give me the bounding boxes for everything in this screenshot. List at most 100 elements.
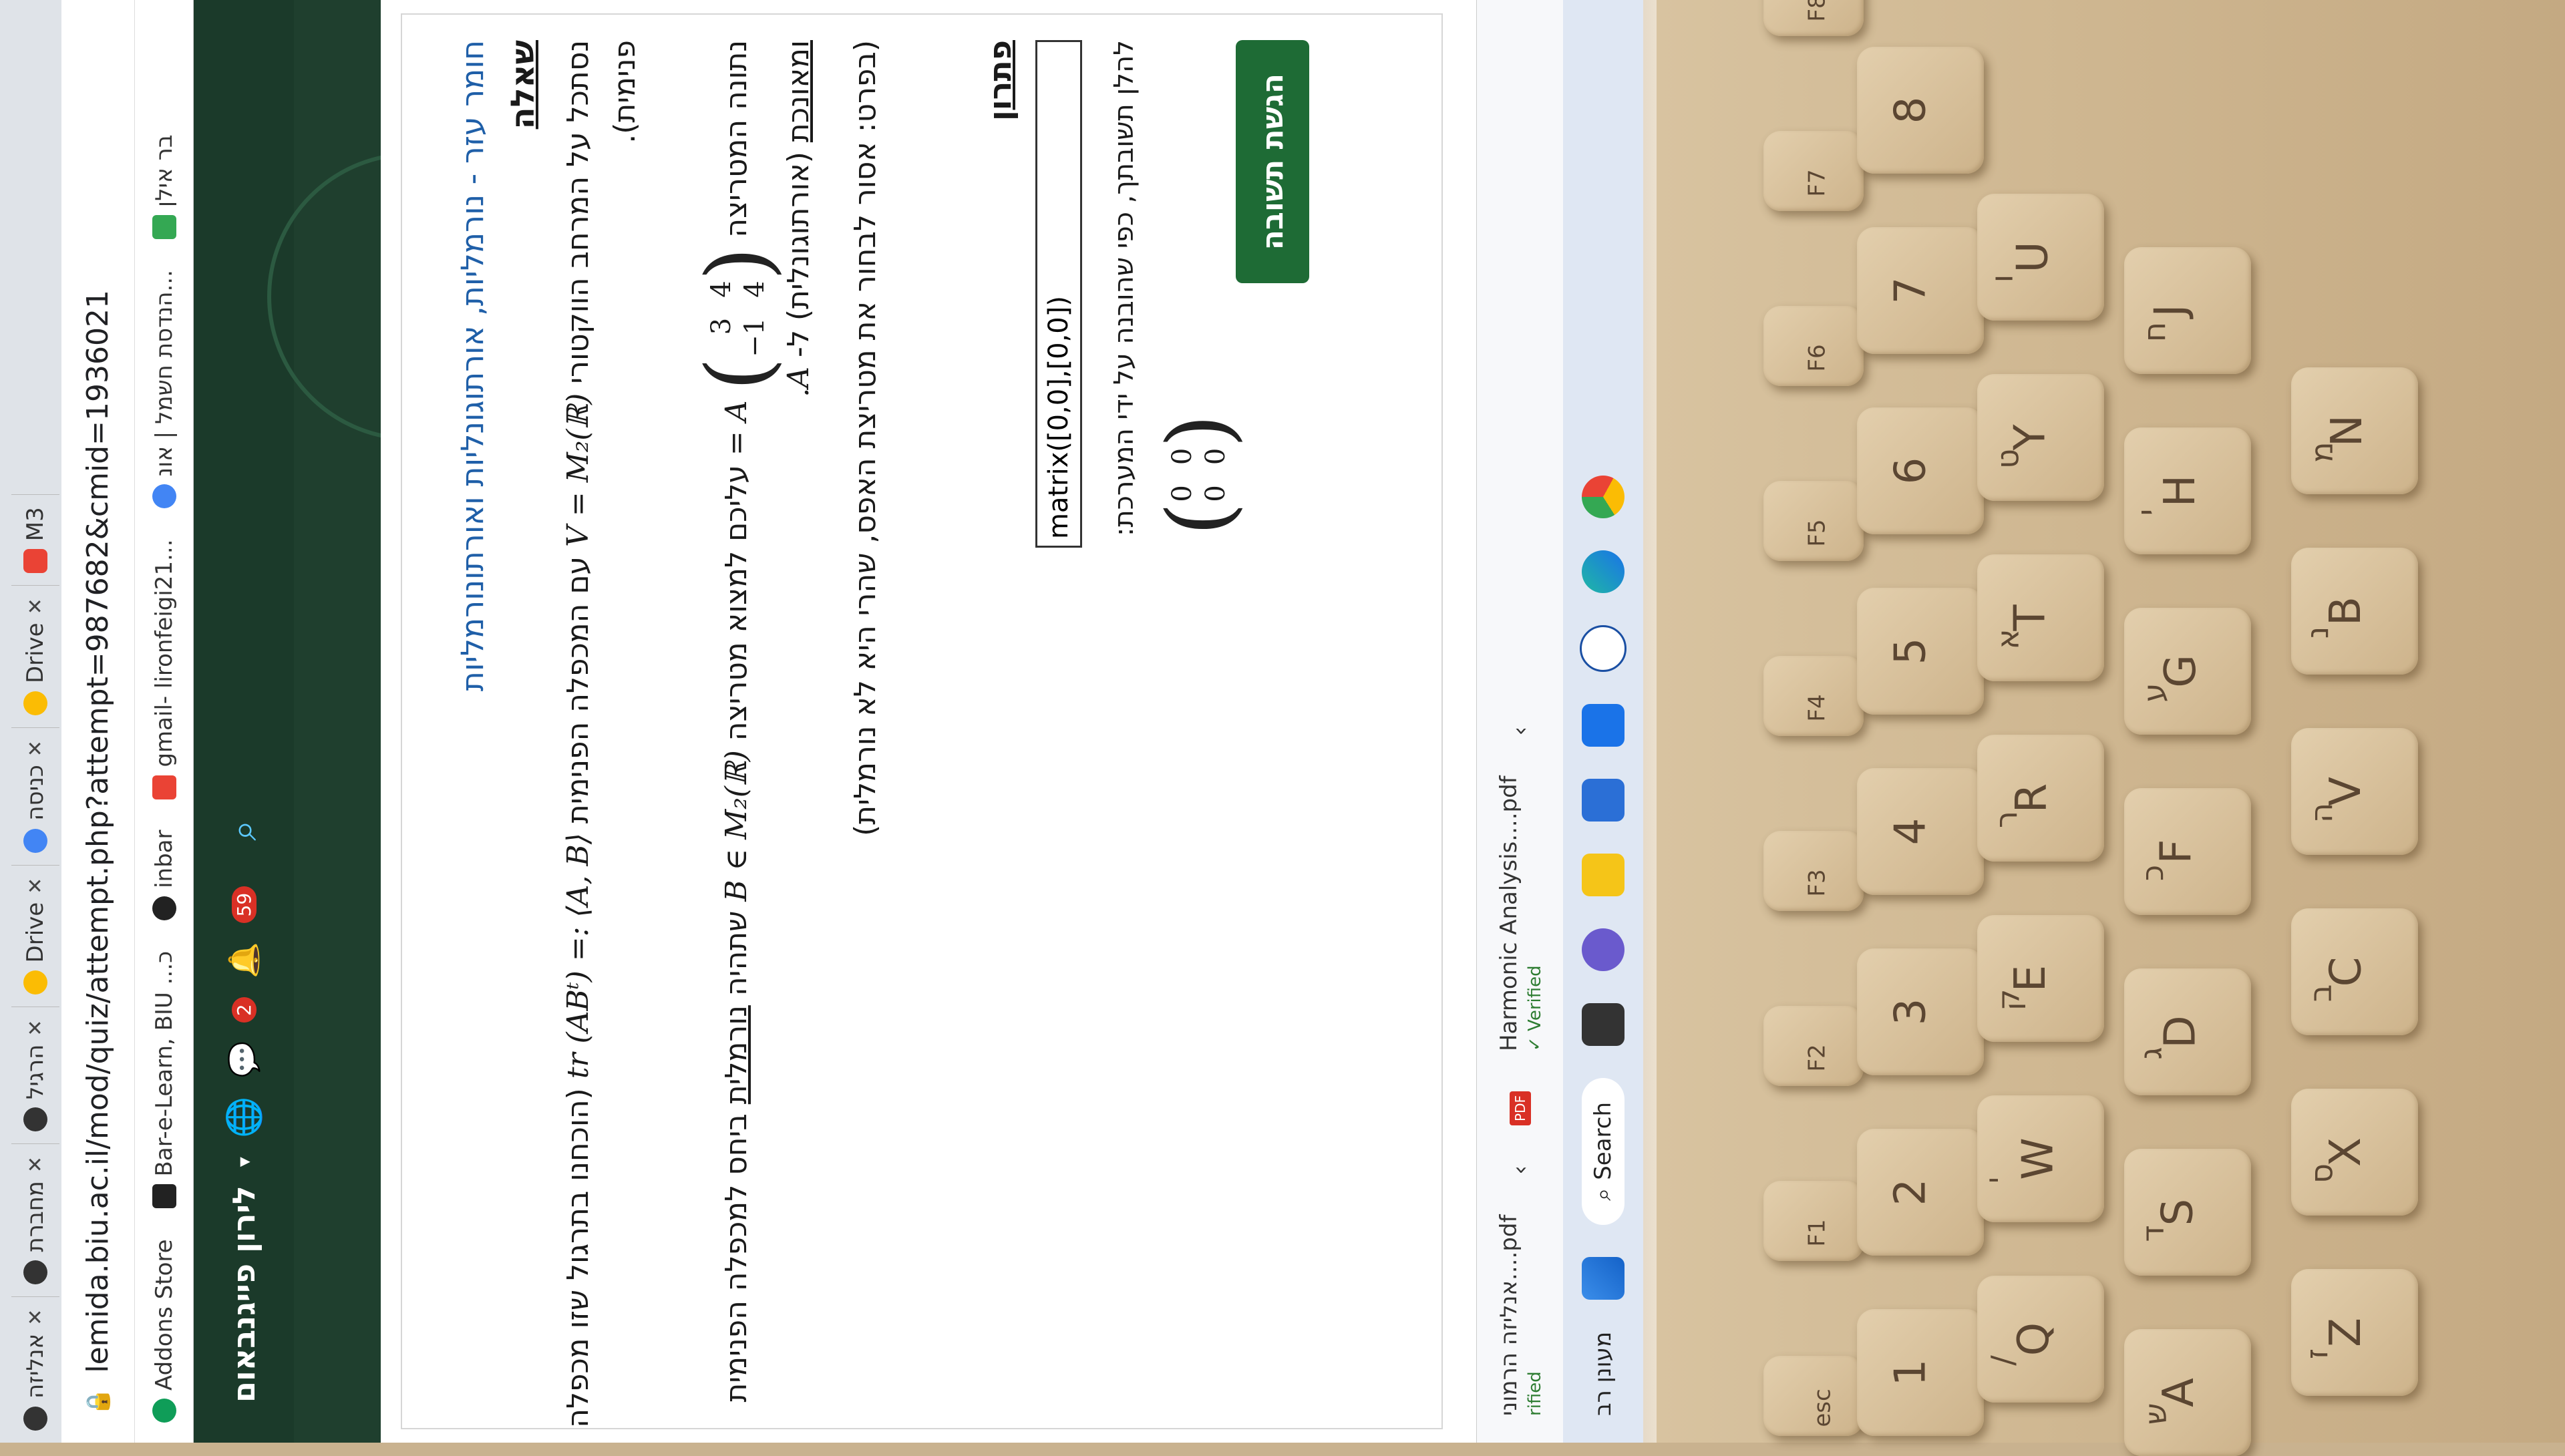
key-label-hebrew: ש — [2137, 1403, 2174, 1425]
key-label: F2 — [1804, 1044, 1831, 1072]
keyboard-key[interactable]: Tא — [1977, 554, 2104, 681]
bookmark-electrical[interactable]: הנדסת חשמל | אונ... — [151, 270, 178, 509]
tab-exercise[interactable]: הרגיל ✕ — [11, 1007, 59, 1143]
keyboard-key[interactable]: Eק — [1977, 915, 2104, 1042]
close-icon[interactable]: ✕ — [24, 740, 47, 757]
close-icon[interactable]: ✕ — [24, 878, 47, 894]
keyboard-key[interactable]: 5 — [1857, 588, 1984, 715]
bookmark-label: gmail- lironfeigi21... — [150, 539, 178, 767]
close-icon[interactable]: ✕ — [24, 1309, 47, 1326]
bookmark-bar-elearn[interactable]: Bar-e-Learn, BIU ...כ — [151, 951, 178, 1209]
tab-label: Drive — [22, 622, 49, 684]
keyboard-key[interactable]: Cב — [2291, 908, 2418, 1035]
keyboard-key[interactable]: F3 — [1763, 831, 1864, 911]
bookmark-label: Bar-e-Learn, BIU ...כ — [150, 950, 178, 1177]
chrome-icon[interactable] — [1582, 475, 1624, 518]
tab-notebook[interactable]: מחברת ✕ — [11, 1143, 59, 1296]
keyboard-key[interactable]: Aש — [2124, 1329, 2251, 1456]
keyboard-key[interactable]: W ' — [1977, 1095, 2104, 1222]
taskbar-search[interactable]: ⌕ Search — [1582, 1077, 1624, 1225]
bookmark-addons[interactable]: Addons Store — [151, 1239, 178, 1423]
weather-text[interactable]: מעונן רב — [1590, 1332, 1616, 1416]
keyboard-key[interactable]: Dג — [2124, 968, 2251, 1095]
download-item[interactable]: Harmonic Analysis....pdf ✓ Verified — [1496, 775, 1545, 1051]
chevron-icon[interactable]: ‹ — [1507, 727, 1534, 736]
windows-start-icon[interactable] — [1582, 1256, 1624, 1300]
chevron-down-icon[interactable]: ▾ — [232, 1157, 256, 1167]
close-icon[interactable]: ✕ — [24, 1156, 47, 1173]
keyboard-key[interactable]: Sד — [2124, 1149, 2251, 1276]
keyboard-key[interactable]: 8 — [1857, 47, 1984, 174]
keyboard-key[interactable]: Vה — [2291, 728, 2418, 855]
tab-login[interactable]: כניסה ✕ — [11, 727, 59, 865]
globe-icon[interactable]: 🌐 — [224, 1097, 264, 1138]
keyboard-key[interactable]: F6 — [1763, 306, 1864, 386]
keyboard-key[interactable]: 2 — [1857, 1129, 1984, 1256]
keyboard-key[interactable]: 7 — [1857, 227, 1984, 354]
submit-answer-button[interactable]: הגשת תשובה — [1236, 40, 1309, 284]
bookmark-inbar[interactable]: inbar — [151, 830, 178, 920]
chevron-icon[interactable]: ‹ — [1507, 1165, 1534, 1175]
key-label: 6 — [1886, 457, 1936, 485]
search-icon[interactable]: ⌕ — [222, 820, 266, 840]
address-bar[interactable]: 🔒 lemida.biu.ac.il/mod/quiz/attempt.php?… — [61, 0, 135, 1443]
keyboard-key[interactable]: Jח — [2124, 247, 2251, 374]
matrix-grid: 0 0 0 0 — [1167, 448, 1231, 502]
browser-window: אנליזה ✕ מחברת ✕ הרגיל ✕ Drive ✕ כניסה ✕ Driv… — [0, 0, 1643, 1443]
edge-icon[interactable] — [1582, 550, 1624, 593]
file-explorer-icon[interactable] — [1582, 853, 1624, 896]
keyboard-key[interactable]: Q / — [1977, 1276, 2104, 1403]
bookmark-bar-ilan[interactable]: בר אילן — [151, 134, 178, 240]
close-icon[interactable]: ✕ — [24, 598, 47, 614]
mail-icon[interactable] — [1582, 703, 1624, 747]
keyboard-key[interactable]: esc — [1763, 1356, 1864, 1436]
keyboard-key[interactable]: 6 — [1857, 407, 1984, 534]
keyboard-key[interactable]: F8 — [1763, 0, 1864, 36]
drive-icon — [23, 970, 47, 995]
key-label: F4 — [1804, 694, 1831, 722]
keyboard-key[interactable]: F1 — [1763, 1181, 1864, 1261]
keyboard-key[interactable]: Hי — [2124, 427, 2251, 554]
task-view-icon[interactable] — [1582, 1003, 1624, 1046]
keyboard-key[interactable]: 3 — [1857, 948, 1984, 1075]
lock-icon[interactable]: 🔒 — [85, 1388, 112, 1416]
keyboard-key[interactable]: Rר — [1977, 735, 2104, 862]
key-label-hebrew: ב — [2302, 984, 2339, 1003]
search-label: Search — [1590, 1101, 1616, 1180]
key-label-hebrew: א — [1989, 628, 2026, 650]
chat-icon[interactable]: 💬 — [226, 1041, 261, 1078]
keyboard-key[interactable]: Yט — [1977, 374, 2104, 501]
keyboard-key[interactable]: Bנ — [2291, 548, 2418, 675]
close-icon[interactable]: ✕ — [24, 1019, 47, 1036]
question-topic[interactable]: חומר עזר - נורמליות, אורתוגונליות ואורתו… — [454, 40, 490, 691]
dell-icon[interactable] — [1580, 624, 1627, 672]
tab-drive-2[interactable]: Drive ✕ — [11, 585, 59, 728]
download-item[interactable]: אנליזה הרמוני....pdf rified — [1496, 1215, 1545, 1416]
keyboard-key[interactable]: F4 — [1763, 656, 1864, 736]
url-text[interactable]: lemida.biu.ac.il/mod/quiz/attempt.php?at… — [81, 290, 115, 1373]
keyboard-key[interactable]: 1 — [1857, 1309, 1984, 1436]
keyboard-key[interactable]: Uו — [1977, 194, 2104, 321]
answer-label: פתרון — [982, 40, 1018, 121]
keyboard-key[interactable]: Gע — [2124, 608, 2251, 735]
keyboard-key[interactable]: F7 — [1763, 131, 1864, 211]
user-name[interactable]: לירון פייגנבאום — [226, 1186, 262, 1403]
tab-drive[interactable]: Drive ✕ — [11, 864, 59, 1007]
downloads-bar: אנליזה הרמוני....pdf rified ‹ PDF Harmon… — [1476, 0, 1563, 1443]
tab-analysis[interactable]: אנליזה ✕ — [11, 1296, 59, 1443]
keyboard-key[interactable]: Xס — [2291, 1089, 2418, 1216]
keyboard-key[interactable]: F5 — [1763, 481, 1864, 561]
store-icon[interactable] — [1582, 778, 1624, 822]
tab-youtube[interactable]: M3 — [11, 494, 59, 586]
key-label-hebrew: ח — [2136, 321, 2173, 343]
keyboard-key[interactable]: 4 — [1857, 768, 1984, 895]
keyboard-key[interactable]: Fכ — [2124, 788, 2251, 915]
bookmark-gmail[interactable]: gmail- lironfeigi21... — [151, 540, 178, 799]
keyboard-key[interactable]: F2 — [1763, 1006, 1864, 1086]
keyboard-key[interactable]: Nמ — [2291, 367, 2418, 494]
answer-input[interactable] — [1035, 40, 1082, 548]
bell-icon[interactable]: 🔔 — [226, 942, 261, 978]
key-label: F8 — [1804, 0, 1831, 22]
chat-app-icon[interactable] — [1582, 928, 1624, 971]
keyboard-key[interactable]: Zז — [2291, 1269, 2418, 1396]
